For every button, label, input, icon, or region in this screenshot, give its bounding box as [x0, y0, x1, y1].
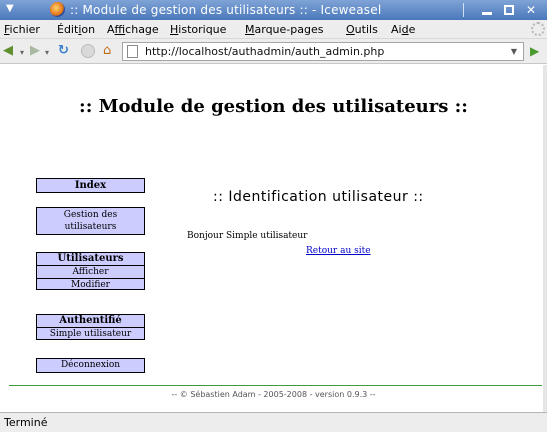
menu-gestion-link[interactable]: Gestion des utilisateurs — [37, 208, 144, 233]
menu-auth-box: Authentifié Simple utilisateur — [36, 314, 145, 340]
minimize-button[interactable] — [479, 2, 495, 18]
menu-auth-heading: Authentifié — [37, 315, 144, 328]
forward-history-dropdown-icon[interactable]: ▾ — [45, 45, 49, 61]
minimize-icon — [482, 12, 492, 15]
back-history-dropdown-icon[interactable]: ▾ — [20, 45, 24, 61]
return-to-site-link[interactable]: Retour au site — [306, 246, 371, 256]
close-icon: ✕ — [525, 3, 537, 17]
menu-index-link[interactable]: Index — [37, 179, 144, 192]
page-content: :: Module de gestion des utilisateurs ::… — [0, 65, 547, 412]
menu-afficher-link[interactable]: Afficher — [37, 266, 144, 279]
menu-users-box: Utilisateurs Afficher Modifier — [36, 252, 145, 290]
iceweasel-logo-icon — [50, 2, 65, 17]
menu-historique[interactable]: Historique — [170, 23, 226, 36]
navigation-toolbar: ◀ ▾ ▶ ▾ ↻ ⌂ http://localhost/authadmin/a… — [0, 39, 547, 64]
identification-title: :: Identification utilisateur :: — [213, 189, 424, 205]
menu-users-heading: Utilisateurs — [37, 253, 144, 266]
window-menu-icon[interactable]: ▼ — [6, 3, 14, 14]
menu-affichage[interactable]: Affichage — [107, 23, 159, 36]
window-titlebar: ▼ :: Module de gestion des utilisateurs … — [0, 0, 547, 20]
status-text: Terminé — [4, 416, 48, 429]
url-text[interactable]: http://localhost/authadmin/auth_admin.ph… — [145, 45, 384, 58]
logout-link[interactable]: Déconnexion — [37, 359, 144, 372]
titlebar-separator — [463, 3, 464, 17]
window-title: :: Module de gestion des utilisateurs ::… — [70, 3, 382, 17]
url-bar[interactable]: http://localhost/authadmin/auth_admin.ph… — [122, 42, 524, 61]
menu-logout-box: Déconnexion — [36, 358, 145, 373]
menu-gestion-box: Gestion des utilisateurs — [36, 207, 145, 235]
page-title: :: Module de gestion des utilisateurs :: — [79, 96, 468, 117]
maximize-icon — [504, 5, 514, 15]
menu-aide[interactable]: Aide — [391, 23, 415, 36]
menu-fichier[interactable]: Fichier — [4, 23, 40, 36]
footer-divider — [9, 385, 542, 386]
scrollbar-edge — [543, 65, 547, 412]
page-icon — [127, 45, 138, 58]
maximize-button[interactable] — [501, 2, 517, 18]
menu-auth-user: Simple utilisateur — [49, 329, 132, 339]
forward-arrow-icon[interactable]: ▶ — [30, 43, 40, 59]
menu-marque-pages[interactable]: Marque-pages — [245, 23, 323, 36]
close-button[interactable]: ✕ — [523, 2, 539, 18]
footer-text: -- © Sébastien Adam - 2005-2008 - versio… — [171, 390, 376, 399]
menu-modifier-link[interactable]: Modifier — [37, 279, 144, 291]
go-arrow-icon[interactable]: ▶ — [530, 43, 539, 59]
menu-outils[interactable]: Outils — [346, 23, 378, 36]
activity-throbber-icon — [531, 22, 545, 36]
status-bar: Terminé — [0, 412, 547, 432]
menu-index-box: Index — [36, 178, 145, 193]
home-icon[interactable]: ⌂ — [103, 43, 111, 59]
url-dropdown-icon[interactable]: ▼ — [506, 44, 522, 59]
menu-edition[interactable]: Édition — [57, 23, 95, 36]
reload-icon[interactable]: ↻ — [58, 43, 69, 59]
back-arrow-icon[interactable]: ◀ — [3, 43, 13, 59]
stop-icon[interactable] — [81, 44, 95, 58]
menu-bar: Fichier Édition Affichage Historique Mar… — [0, 20, 547, 39]
greeting-text: Bonjour Simple utilisateur — [187, 231, 308, 241]
